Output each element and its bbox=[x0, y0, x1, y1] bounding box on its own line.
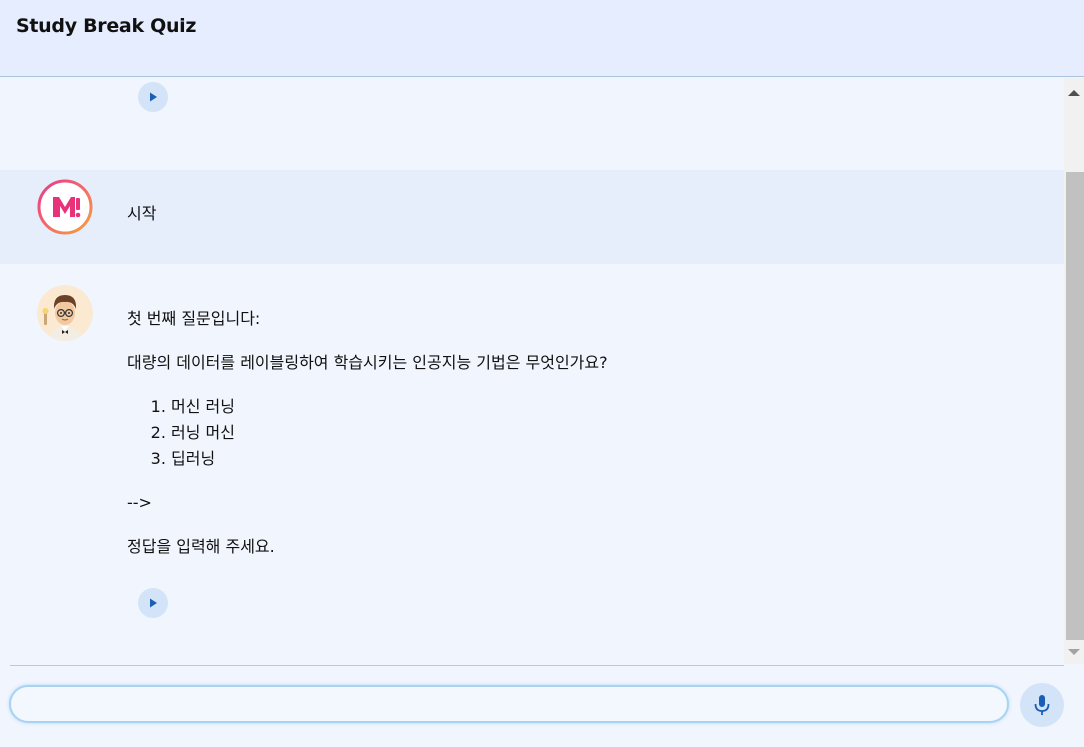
play-icon bbox=[150, 92, 157, 102]
bot-message: 첫 번째 질문입니다: 대량의 데이터를 레이블링하여 학습시키는 인공지능 기… bbox=[127, 306, 1027, 560]
answer-prompt: 정답을 입력해 주세요. bbox=[127, 537, 275, 556]
microphone-icon bbox=[1034, 695, 1050, 715]
option-item: 러닝 머신 bbox=[171, 420, 1027, 446]
question-intro: 첫 번째 질문입니다: bbox=[127, 309, 261, 328]
user-message-row bbox=[0, 170, 1064, 264]
app-header: Study Break Quiz bbox=[0, 0, 1084, 77]
scroll-down-arrow-icon[interactable] bbox=[1068, 649, 1080, 655]
play-audio-button[interactable] bbox=[138, 82, 168, 112]
option-item: 딥러닝 bbox=[171, 446, 1027, 472]
input-divider bbox=[10, 665, 1064, 666]
teacher-avatar-icon bbox=[37, 285, 93, 341]
chat-scroll-area[interactable]: 시작 첫 번째 질문입니다: 대량의 데이터를 레이블링하여 학습시키는 인공지… bbox=[0, 78, 1064, 664]
question-text: 대량의 데이터를 레이블링하여 학습시키는 인공지능 기법은 무엇인가요? bbox=[127, 353, 608, 372]
user-message-text: 시작 bbox=[127, 204, 157, 223]
scroll-up-arrow-icon[interactable] bbox=[1068, 90, 1080, 96]
play-audio-button[interactable] bbox=[138, 588, 168, 618]
play-icon bbox=[150, 598, 157, 608]
microphone-button[interactable] bbox=[1020, 683, 1064, 727]
message-input[interactable] bbox=[9, 685, 1009, 723]
vertical-scrollbar[interactable] bbox=[1064, 78, 1084, 664]
arrow-text: --> bbox=[127, 493, 152, 512]
m-logo-icon bbox=[37, 179, 93, 235]
scrollbar-thumb[interactable] bbox=[1066, 172, 1084, 640]
option-item: 머신 러닝 bbox=[171, 394, 1027, 420]
options-list: 머신 러닝 러닝 머신 딥러닝 bbox=[127, 394, 1027, 472]
page-title: Study Break Quiz bbox=[16, 15, 197, 37]
